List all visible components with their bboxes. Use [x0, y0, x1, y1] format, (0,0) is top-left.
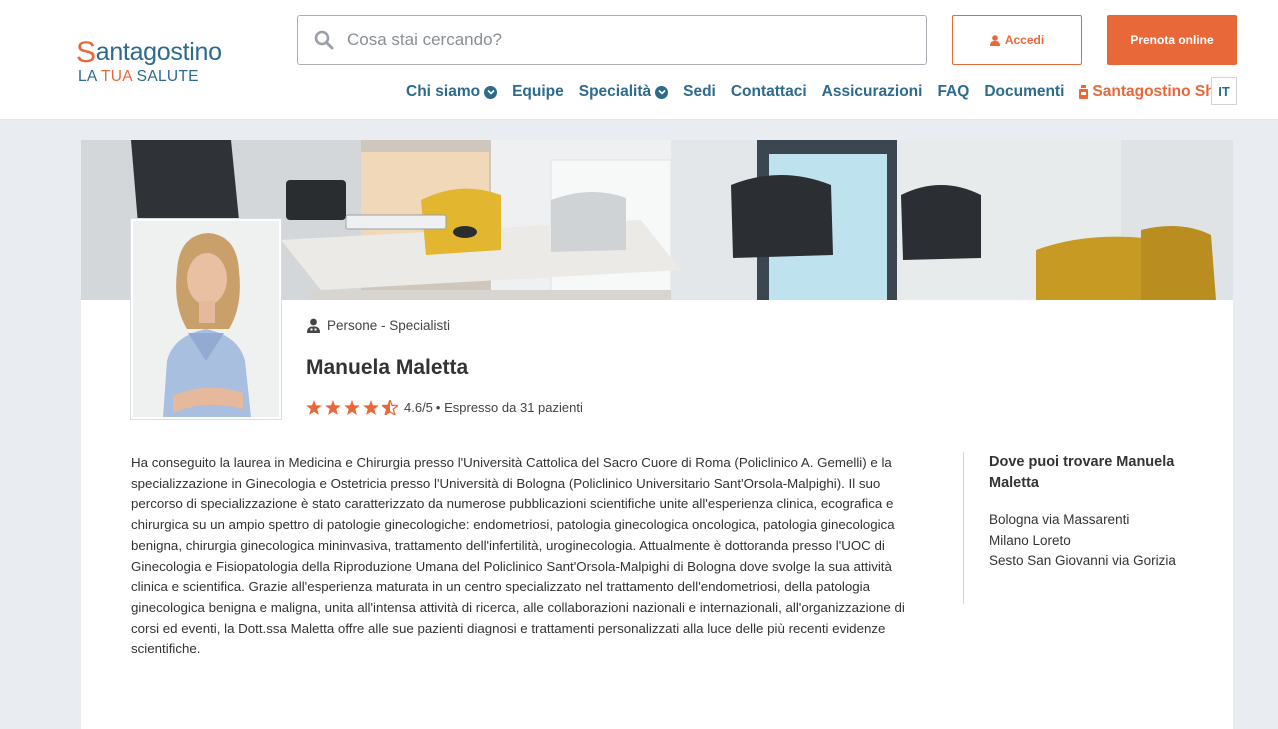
site-header: Santagostino LA TUA SALUTE Cosa stai cer…	[0, 0, 1278, 120]
doctor-name: Manuela Maletta	[306, 356, 469, 379]
santagostino-logo[interactable]: Santagostino LA TUA SALUTE	[76, 34, 236, 90]
nav-chi-siamo-label: Chi siamo	[406, 83, 481, 100]
doctor-bio: Ha conseguito la laurea in Medicina e Ch…	[131, 455, 905, 657]
location-item[interactable]: Bologna via Massarenti	[989, 510, 1176, 531]
rating-score: 4.6/5	[404, 400, 433, 415]
main-nav: Chi siamo Equipe Specialità Sedi Contatt…	[406, 81, 1249, 103]
nav-contattaci[interactable]: Contattaci	[731, 83, 807, 101]
doctor-photo	[131, 219, 281, 419]
logo-tagline-accent: TUA	[101, 68, 133, 85]
star-icon	[363, 400, 379, 415]
language-selector[interactable]: IT	[1211, 77, 1237, 105]
star-half-icon	[382, 400, 398, 415]
nav-faq[interactable]: FAQ	[937, 83, 969, 101]
location-item[interactable]: Sesto San Giovanni via Gorizia	[989, 551, 1176, 572]
nav-equipe-label: Equipe	[512, 83, 564, 100]
star-icon	[306, 400, 322, 415]
star-icon	[325, 400, 341, 415]
logo-initial: S	[76, 36, 96, 69]
nav-specialita[interactable]: Specialità	[578, 83, 669, 101]
logo-tagline-part: SALUTE	[132, 68, 199, 85]
breadcrumb[interactable]: Persone - Specialisti	[306, 318, 450, 333]
search-input[interactable]: Cosa stai cercando?	[297, 15, 927, 65]
rating-reviews: • Espresso da 31 pazienti	[435, 400, 583, 415]
nav-documenti[interactable]: Documenti	[984, 83, 1064, 101]
locations-list: Bologna via Massarenti Milano Loreto Ses…	[989, 510, 1176, 572]
login-label: Accedi	[1004, 33, 1045, 47]
rating: 4.6/5 • Espresso da 31 pazienti	[306, 400, 583, 415]
shop-bottle-icon	[1079, 85, 1089, 99]
nav-assicurazioni[interactable]: Assicurazioni	[822, 83, 923, 101]
chevron-down-icon	[655, 85, 669, 99]
search-placeholder: Cosa stai cercando?	[347, 30, 502, 49]
doctor-icon	[307, 318, 320, 333]
logo-tagline-part: LA	[78, 68, 102, 85]
nav-chi-siamo[interactable]: Chi siamo	[406, 83, 498, 101]
user-icon	[989, 34, 1000, 46]
book-online-label: Prenota online	[1130, 33, 1214, 47]
nav-assicurazioni-label: Assicurazioni	[821, 83, 923, 100]
chevron-down-icon	[484, 85, 498, 99]
nav-sedi-label: Sedi	[683, 83, 716, 100]
locations-title: Dove puoi trovare Manuela Maletta	[989, 454, 1175, 491]
nav-contattaci-label: Contattaci	[730, 83, 807, 100]
nav-sedi[interactable]: Sedi	[683, 83, 716, 101]
language-label: IT	[1218, 83, 1230, 99]
nav-specialita-label: Specialità	[578, 83, 652, 100]
login-button[interactable]: Accedi	[952, 15, 1082, 65]
nav-equipe[interactable]: Equipe	[512, 83, 564, 101]
book-online-button[interactable]: Prenota online	[1107, 15, 1237, 65]
nav-faq-label: FAQ	[937, 83, 970, 100]
breadcrumb-label: Persone - Specialisti	[327, 318, 451, 333]
column-divider	[963, 452, 964, 604]
logo-brand-text: antagostino	[95, 38, 222, 66]
rating-stars	[306, 400, 398, 415]
location-item[interactable]: Milano Loreto	[989, 531, 1176, 552]
star-icon	[344, 400, 360, 415]
nav-documenti-label: Documenti	[984, 83, 1065, 100]
search-icon	[314, 30, 334, 50]
